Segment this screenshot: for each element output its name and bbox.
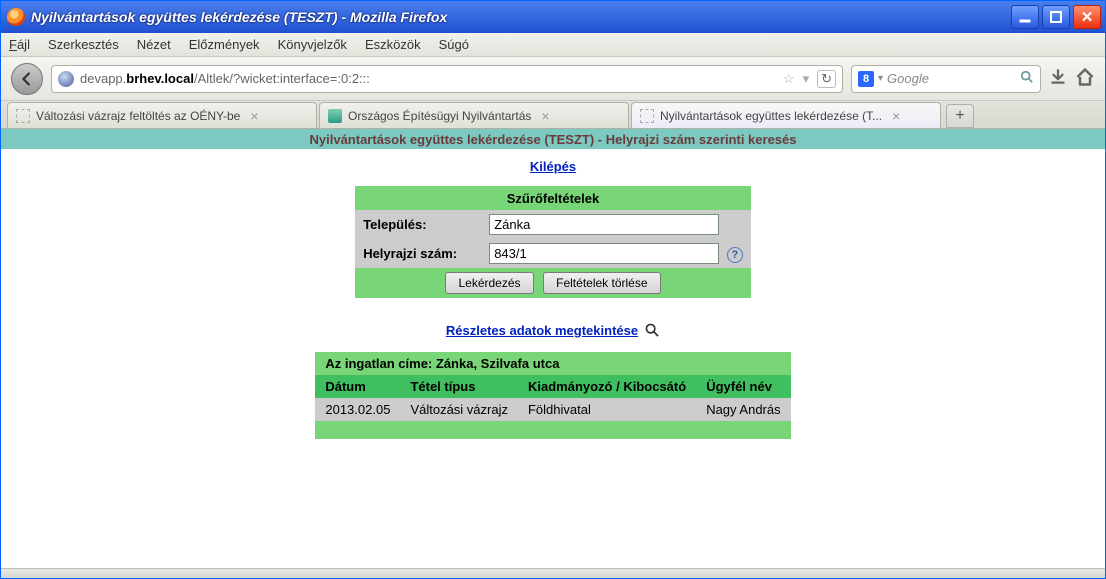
tab-2[interactable]: Országos Építésügyi Nyilvántartás × — [319, 102, 629, 128]
menu-file[interactable]: Fájl — [9, 37, 30, 52]
magnifier-icon[interactable] — [644, 322, 660, 338]
globe-icon — [58, 71, 74, 87]
result-footer — [315, 421, 790, 439]
result-table: Az ingatlan címe: Zánka, Szilvafa utca D… — [315, 352, 790, 439]
tab-3-label: Nyilvántartások együttes lekérdezése (T.… — [660, 109, 882, 123]
col-date: Dátum — [315, 375, 400, 398]
menu-edit[interactable]: Szerkesztés — [48, 37, 119, 52]
tab-2-label: Országos Építésügyi Nyilvántartás — [348, 109, 531, 123]
search-placeholder: Google — [887, 71, 1020, 86]
menu-bar: Fájl Szerkesztés Nézet Előzmények Könyvj… — [1, 33, 1105, 57]
page-content: Nyilvántartások együttes lekérdezése (TE… — [1, 129, 1105, 568]
filter-form: Szűrőfeltételek Település: Helyrajzi szá… — [355, 186, 751, 298]
menu-view[interactable]: Nézet — [137, 37, 171, 52]
table-row: 2013.02.05 Változási vázrajz Földhivatal… — [315, 398, 790, 421]
tab-2-close-icon[interactable]: × — [541, 108, 549, 124]
google-icon: 8 — [858, 71, 874, 87]
dropdown-icon[interactable]: ▾ — [803, 71, 810, 87]
col-issuer: Kiadmányozó / Kibocsátó — [518, 375, 696, 398]
cell-client: Nagy András — [696, 398, 790, 421]
menu-tools[interactable]: Eszközök — [365, 37, 421, 52]
maximize-button[interactable] — [1042, 5, 1070, 29]
page-title: Nyilvántartások együttes lekérdezése (TE… — [1, 129, 1105, 149]
new-tab-button[interactable]: + — [946, 104, 974, 128]
details-link[interactable]: Részletes adatok megtekintése — [446, 323, 638, 338]
search-magnifier-icon[interactable] — [1020, 70, 1034, 87]
tab-favicon-placeholder-icon — [16, 109, 30, 123]
window-title: Nyilvántartások együttes lekérdezése (TE… — [31, 9, 1011, 25]
result-title: Az ingatlan címe: Zánka, Szilvafa utca — [315, 352, 790, 375]
bookmark-star-icon[interactable]: ☆ — [783, 71, 795, 87]
input-settlement[interactable] — [489, 214, 719, 235]
nav-bar: devapp.brhev.local/Altlek/?wicket:interf… — [1, 57, 1105, 101]
cell-date: 2013.02.05 — [315, 398, 400, 421]
url-bar[interactable]: devapp.brhev.local/Altlek/?wicket:interf… — [51, 65, 843, 93]
browser-window: Nyilvántartások együttes lekérdezése (TE… — [0, 0, 1106, 579]
close-button[interactable]: ✕ — [1073, 5, 1101, 29]
col-client: Ügyfél név — [696, 375, 790, 398]
clear-button[interactable]: Feltételek törlése — [543, 272, 660, 294]
home-icon[interactable] — [1075, 67, 1095, 90]
tab-1-label: Változási vázrajz feltöltés az OÉNY-be — [36, 109, 240, 123]
tab-3-close-icon[interactable]: × — [892, 108, 900, 124]
menu-bookmarks[interactable]: Könyvjelzők — [278, 37, 347, 52]
back-button[interactable] — [11, 63, 43, 95]
tab-favicon-placeholder-icon — [640, 109, 654, 123]
label-settlement: Település: — [355, 210, 481, 239]
query-button[interactable]: Lekérdezés — [445, 272, 533, 294]
tab-1[interactable]: Változási vázrajz feltöltés az OÉNY-be × — [7, 102, 317, 128]
cell-type: Változási vázrajz — [400, 398, 518, 421]
tab-3-active[interactable]: Nyilvántartások együttes lekérdezése (T.… — [631, 102, 941, 128]
tab-1-close-icon[interactable]: × — [250, 108, 258, 124]
input-lotnumber[interactable] — [489, 243, 719, 264]
reload-icon[interactable]: ↻ — [817, 70, 836, 88]
menu-history[interactable]: Előzmények — [189, 37, 260, 52]
cell-issuer: Földhivatal — [518, 398, 696, 421]
logout-link[interactable]: Kilépés — [530, 159, 576, 174]
search-engine-caret-icon[interactable]: ▾ — [878, 73, 883, 84]
menu-help[interactable]: Súgó — [439, 37, 469, 52]
status-bar — [1, 568, 1105, 578]
tab-bar: Változási vázrajz feltöltés az OÉNY-be ×… — [1, 101, 1105, 129]
col-type: Tétel típus — [400, 375, 518, 398]
tab-favicon-icon — [328, 109, 342, 123]
title-bar: Nyilvántartások együttes lekérdezése (TE… — [1, 1, 1105, 33]
help-icon[interactable]: ? — [727, 247, 743, 263]
firefox-icon — [7, 8, 25, 26]
minimize-button[interactable] — [1011, 5, 1039, 29]
label-lotnumber: Helyrajzi szám: — [355, 239, 481, 268]
search-bar[interactable]: 8 ▾ Google — [851, 65, 1041, 93]
downloads-icon[interactable] — [1049, 68, 1067, 89]
filter-title: Szűrőfeltételek — [355, 186, 751, 210]
url-text: devapp.brhev.local/Altlek/?wicket:interf… — [80, 71, 783, 86]
